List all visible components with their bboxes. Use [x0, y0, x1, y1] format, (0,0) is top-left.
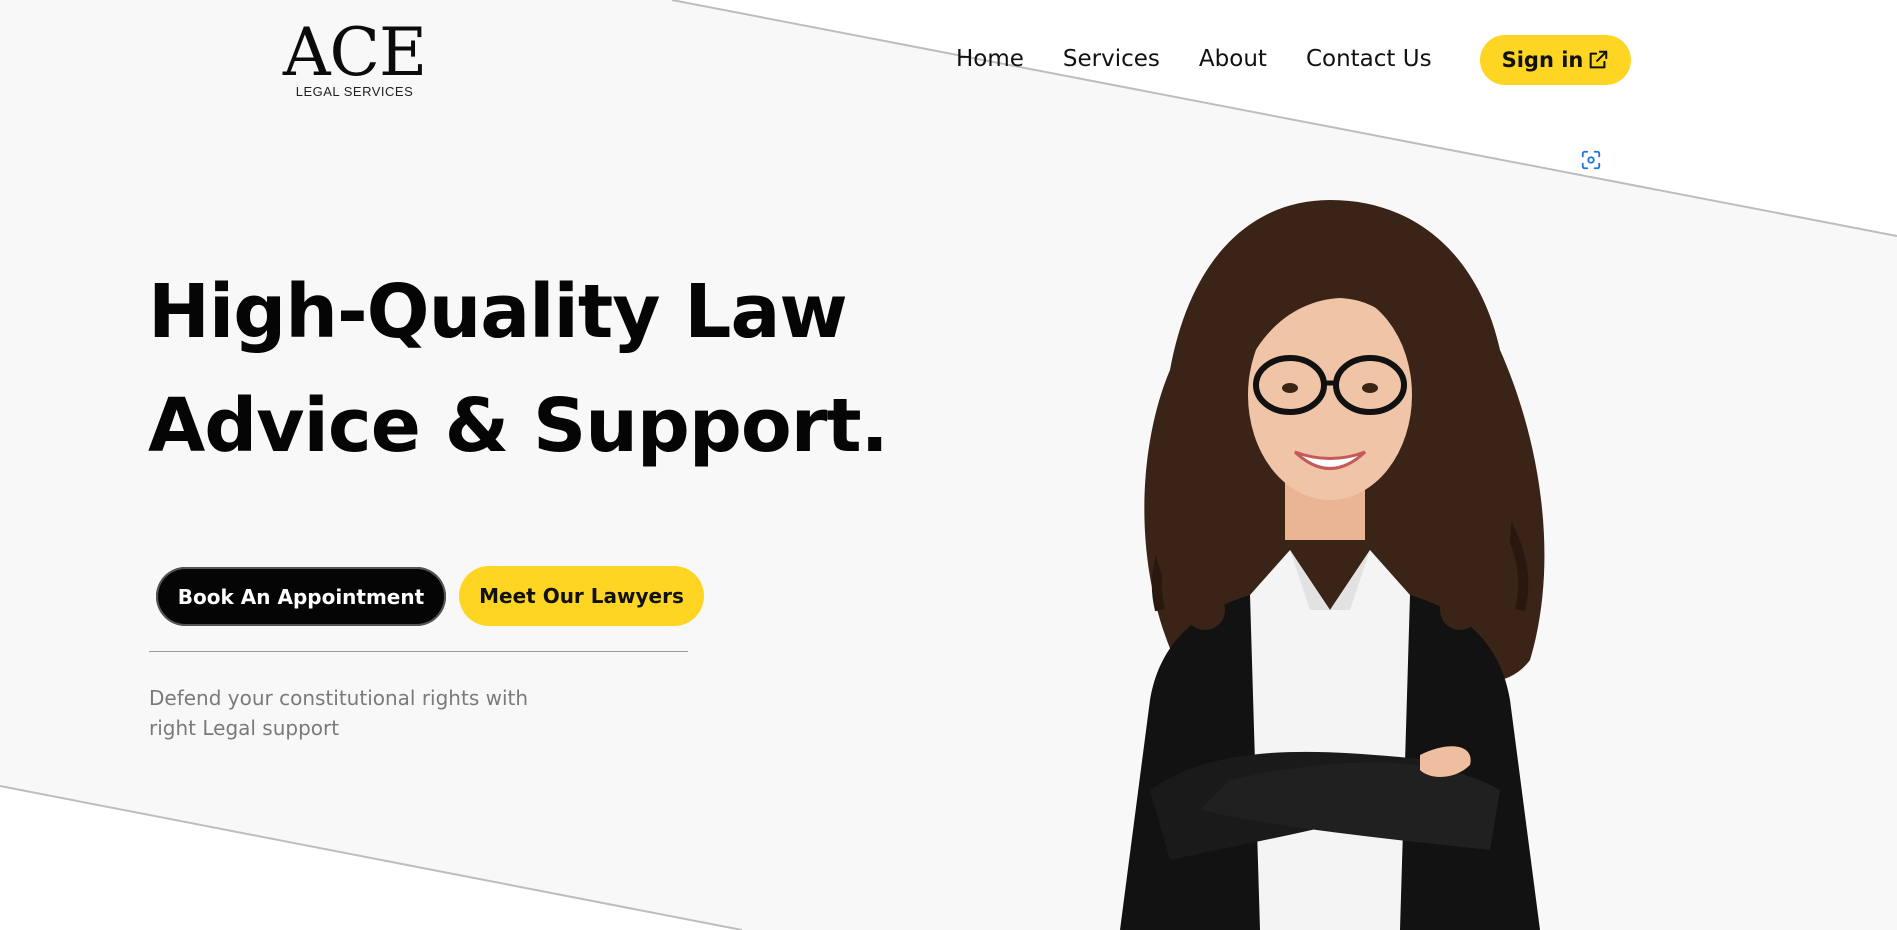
- brand-name: ACE: [282, 14, 427, 91]
- hero-subtitle: Defend your constitutional rights with r…: [149, 683, 569, 743]
- brand-tagline: LEGAL SERVICES: [295, 84, 414, 99]
- main-nav: Home Services About Contact Us: [956, 46, 1432, 72]
- nav-services[interactable]: Services: [1063, 46, 1160, 72]
- hero-title-line1: High-Quality Law: [148, 269, 848, 355]
- brand-logo[interactable]: ACE LEGAL SERVICES: [272, 14, 437, 100]
- hero-title-line2: Advice & Support.: [148, 383, 889, 469]
- nav-home[interactable]: Home: [956, 46, 1024, 72]
- nav-contact-us[interactable]: Contact Us: [1306, 46, 1432, 72]
- hero-title: High-Quality Law Advice & Support.: [148, 255, 908, 483]
- hero-divider: [149, 651, 688, 652]
- signin-label: Sign in: [1501, 48, 1584, 72]
- external-link-icon: [1590, 50, 1608, 69]
- signin-button[interactable]: Sign in: [1480, 35, 1631, 85]
- book-appointment-button[interactable]: Book An Appointment: [156, 567, 446, 626]
- hero-subtitle-line2: right Legal support: [149, 716, 340, 740]
- lawyer-portrait-image: [1120, 200, 1545, 930]
- nav-about[interactable]: About: [1199, 46, 1267, 72]
- meet-lawyers-button[interactable]: Meet Our Lawyers: [459, 566, 704, 626]
- hero-subtitle-line1: Defend your constitutional rights with: [149, 686, 529, 710]
